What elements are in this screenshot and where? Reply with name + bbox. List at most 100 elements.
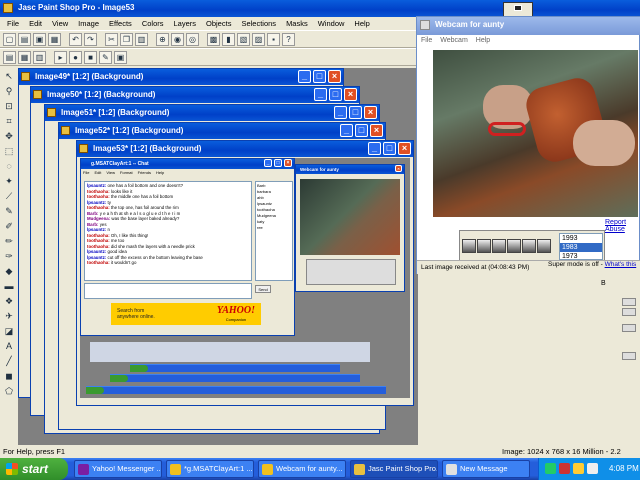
webcam-menu-webcam[interactable]: Webcam [440,37,468,44]
draw-tool-icon[interactable]: ╱ [2,355,16,368]
preset-shapes-icon[interactable]: ◼ [2,370,16,383]
maximize-button[interactable]: □ [355,124,368,137]
menu-window[interactable]: Window [313,17,350,30]
minimize-button[interactable]: _ [368,142,381,155]
script-record-icon[interactable]: ● [69,50,82,64]
taskbar-button[interactable]: Yahoo! Messenger ... [74,460,162,478]
layers-icon[interactable]: ▧ [237,32,250,46]
undo-icon[interactable]: ↶ [69,32,82,46]
maximize-button[interactable]: □ [329,88,342,101]
antivirus-icon[interactable] [559,463,570,474]
whats-this-link[interactable]: What's this [605,261,637,268]
psp-title-bar[interactable]: Jasc Paint Shop Pro - Image53 [0,0,640,17]
menu-view[interactable]: View [47,17,73,30]
taskbar-button[interactable]: Jasc Paint Shop Pro... [350,460,438,478]
mover-tool-icon[interactable]: ✥ [2,130,16,143]
menu-effects[interactable]: Effects [104,17,137,30]
face-thumbnail[interactable] [507,239,521,253]
volume-icon[interactable] [587,463,598,474]
menu-selections[interactable]: Selections [236,17,281,30]
redo-icon[interactable]: ↷ [84,32,97,46]
help-icon[interactable]: ? [282,32,295,46]
script-run-icon[interactable]: ▸ [54,50,67,64]
minimize-button[interactable]: _ [298,70,311,83]
selection-tool-icon[interactable]: ⬚ [2,145,16,158]
face-thumbnail[interactable] [522,239,536,253]
paintbrush-tool-icon[interactable]: ✎ [2,205,16,218]
capture-icon[interactable]: ◎ [186,32,199,46]
clock[interactable]: 4:08 PM [609,458,639,480]
airbrush-tool-icon[interactable]: ✈ [2,310,16,323]
cut-icon[interactable]: ✂ [105,32,118,46]
face-thumbnail[interactable] [492,239,506,253]
zoom-tool-icon[interactable]: ⚲ [2,85,16,98]
image-window-49-title[interactable]: Image49* [1:2] (Background) _ □ × [19,69,343,85]
new-file-icon[interactable]: ▢ [3,32,16,46]
zoom-icon[interactable]: ⊕ [156,32,169,46]
image-canvas[interactable]: g.MSATClayArt:1 -- Chat _ □ × File Edit Vi… [80,158,410,398]
image-window-50-title[interactable]: Image50* [1:2] (Background) _ □ × [31,87,359,103]
face-thumbnail[interactable] [477,239,491,253]
taskbar-button[interactable]: New Message [442,460,530,478]
maximize-button[interactable]: □ [383,142,396,155]
rulers-icon[interactable]: ▥ [33,50,46,64]
clone-brush-icon[interactable]: ✐ [2,220,16,233]
close-button[interactable]: × [344,88,357,101]
side-button[interactable] [622,298,636,306]
year-list[interactable]: 1993 1983 1973 [559,233,603,260]
webcam-menu-help[interactable]: Help [476,37,490,44]
flood-fill-icon[interactable]: ◪ [2,325,16,338]
minimize-button[interactable]: _ [314,88,327,101]
histogram-icon[interactable]: ▮ [222,32,235,46]
menu-objects[interactable]: Objects [201,17,236,30]
menu-edit[interactable]: Edit [24,17,47,30]
year-item-selected[interactable]: 1983 [560,243,602,252]
side-button[interactable] [622,308,636,316]
retouch-tool-icon[interactable]: ✑ [2,250,16,263]
copy-icon[interactable]: ❐ [120,32,133,46]
image-window-52-title[interactable]: Image52* [1:2] (Background) _ □ × [59,123,385,139]
deform-tool-icon[interactable]: ⊡ [2,100,16,113]
color-replacer-icon[interactable]: ✏ [2,235,16,248]
webcam-menu-file[interactable]: File [421,37,432,44]
network-icon[interactable] [545,463,556,474]
menu-layers[interactable]: Layers [169,17,202,30]
close-button[interactable]: × [370,124,383,137]
face-thumbnail[interactable] [462,239,476,253]
script-save-icon[interactable]: ▣ [114,50,127,64]
menu-masks[interactable]: Masks [281,17,313,30]
magic-wand-icon[interactable]: ✦ [2,175,16,188]
maximize-button[interactable]: □ [349,106,362,119]
tool-options-icon[interactable]: ▤ [3,50,16,64]
save-icon[interactable]: ▣ [33,32,46,46]
crop-tool-icon[interactable]: ⌗ [2,115,16,128]
close-button[interactable]: × [364,106,377,119]
text-tool-icon[interactable]: A [2,340,16,353]
maximize-button[interactable]: □ [313,70,326,83]
paste-icon[interactable]: ▥ [135,32,148,46]
year-item[interactable]: 1993 [560,234,602,243]
messenger-tray-icon[interactable] [573,463,584,474]
taskbar-button[interactable]: Webcam for aunty... [258,460,346,478]
script-stop-icon[interactable]: ■ [84,50,97,64]
script-edit-icon[interactable]: ✎ [99,50,112,64]
image-window-51-title[interactable]: Image51* [1:2] (Background) _ □ × [45,105,379,121]
browse-icon[interactable]: ◉ [171,32,184,46]
report-abuse-link[interactable]: Report Abuse [605,219,639,233]
image-window-53-title[interactable]: Image53* [1:2] (Background) _ □ × [77,141,413,157]
freehand-tool-icon[interactable]: ◌ [2,160,16,173]
side-button[interactable] [622,352,636,360]
object-selector-icon[interactable]: ⬠ [2,385,16,398]
eraser-tool-icon[interactable]: ▬ [2,280,16,293]
scratch-remover-icon[interactable]: ◆ [2,265,16,278]
close-button[interactable]: × [398,142,411,155]
minimize-button[interactable]: _ [340,124,353,137]
menu-file[interactable]: File [2,17,24,30]
menu-help[interactable]: Help [349,17,374,30]
start-button[interactable]: start [0,458,68,480]
taskbar-button[interactable]: *g.MSATClayArt:1 ... [166,460,254,478]
close-button[interactable]: × [328,70,341,83]
grid-icon[interactable]: ▦ [18,50,31,64]
side-button[interactable] [622,324,636,332]
arrow-tool-icon[interactable]: ↖ [2,70,16,83]
